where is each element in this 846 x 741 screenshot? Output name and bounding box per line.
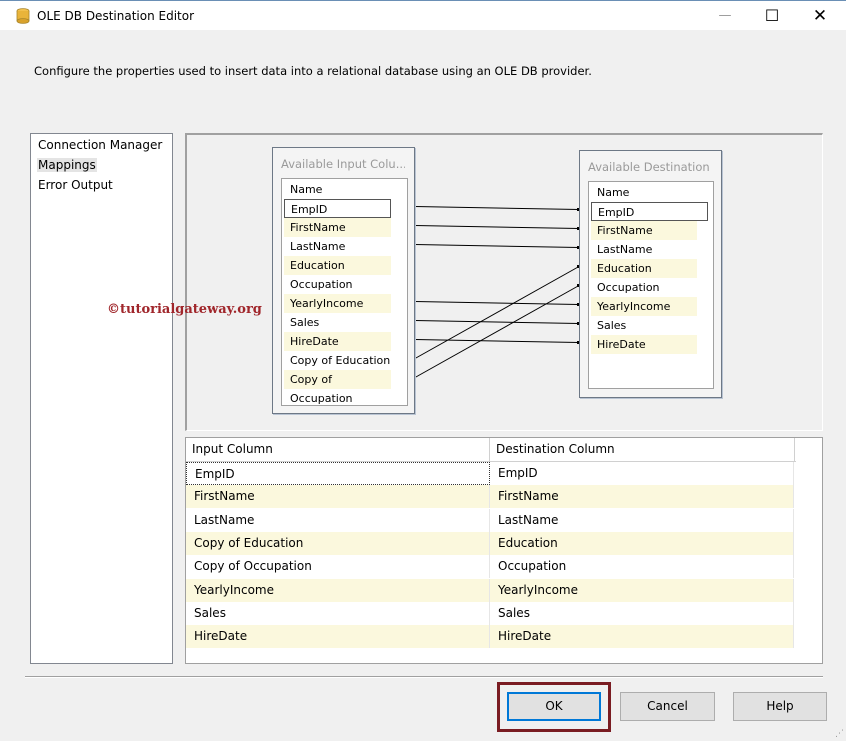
destination-column-cell[interactable]: EmpID	[490, 462, 794, 485]
destination-column-item[interactable]: Sales	[591, 316, 697, 335]
grid-header: Input Column Destination Column	[186, 438, 796, 462]
input-list-header: Name	[290, 183, 323, 196]
input-column-item[interactable]: Occupation	[284, 275, 391, 294]
mapping-diagram: Available Input Colu... Name EmpID FirstNa…	[185, 133, 823, 431]
table-row[interactable]: LastName LastName	[186, 508, 794, 532]
mapping-line[interactable]	[414, 339, 580, 343]
page-description: Configure the properties used to insert …	[34, 64, 592, 78]
nav-item-connection-manager[interactable]: Connection Manager	[37, 138, 163, 152]
input-column-header[interactable]: Input Column	[186, 438, 490, 461]
input-column-cell[interactable]: LastName	[186, 508, 490, 532]
input-column-item[interactable]: EmpID	[284, 199, 391, 218]
nav-item-mappings[interactable]: Mappings	[37, 158, 97, 172]
input-column-cell[interactable]: Copy of Occupation	[186, 555, 490, 579]
input-list-scrollbar[interactable]	[390, 180, 406, 404]
help-button[interactable]: Help	[733, 692, 827, 721]
mapping-line[interactable]	[414, 301, 580, 305]
destination-column-cell[interactable]: YearlyIncome	[490, 578, 794, 602]
input-column-cell[interactable]: EmpID	[186, 462, 490, 485]
nav-item-error-output[interactable]: Error Output	[37, 178, 114, 192]
destination-column-cell[interactable]: FirstName	[490, 485, 794, 509]
mapping-line[interactable]	[414, 225, 580, 229]
input-column-cell[interactable]: HireDate	[186, 625, 490, 649]
watermark: ©tutorialgateway.org	[107, 302, 262, 317]
destination-column-cell[interactable]: Sales	[490, 601, 794, 625]
table-row[interactable]: Copy of Occupation Occupation	[186, 555, 794, 579]
database-cylinder-icon	[16, 8, 30, 24]
destination-column-list[interactable]: Name EmpID FirstName LastName Education Occup…	[588, 181, 714, 389]
destination-column-item[interactable]: Occupation	[591, 278, 697, 297]
input-column-cell[interactable]: Copy of Education	[186, 531, 490, 555]
destination-column-cell[interactable]: Occupation	[490, 555, 794, 579]
destination-box-title: Available Destination ...	[588, 160, 712, 174]
table-row[interactable]: FirstName FirstName	[186, 485, 794, 509]
input-column-item[interactable]: LastName	[284, 237, 391, 256]
destination-column-item[interactable]: HireDate	[591, 335, 697, 354]
input-column-item[interactable]: YearlyIncome	[284, 294, 391, 313]
resize-grip-icon[interactable]: ⋰	[835, 729, 844, 739]
input-box-title: Available Input Colu...	[281, 157, 405, 171]
mapping-line[interactable]	[414, 320, 580, 324]
available-input-columns-box[interactable]: Available Input Colu... Name EmpID FirstNa…	[272, 147, 415, 414]
title-bar: OLE DB Destination Editor — ☐ ✕	[0, 0, 846, 30]
mapping-line[interactable]	[414, 206, 580, 210]
destination-column-item[interactable]: EmpID	[591, 202, 708, 221]
input-column-item[interactable]: Copy of Occupation	[284, 370, 391, 405]
input-column-item[interactable]: HireDate	[284, 332, 391, 351]
mapping-line[interactable]	[414, 285, 580, 378]
destination-column-item[interactable]: Education	[591, 259, 697, 278]
destination-column-header[interactable]: Destination Column	[490, 438, 795, 461]
nav-panel: Connection Manager Mappings Error Output	[30, 133, 173, 664]
destination-column-item[interactable]: LastName	[591, 240, 697, 259]
window-title: OLE DB Destination Editor	[37, 9, 195, 23]
destination-column-cell[interactable]: Education	[490, 531, 794, 555]
mapping-line[interactable]	[414, 244, 580, 248]
divider	[25, 676, 823, 678]
input-column-item[interactable]: Education	[284, 256, 391, 275]
table-row[interactable]: HireDate HireDate	[186, 625, 794, 649]
ok-button[interactable]: OK	[507, 692, 601, 721]
input-column-list[interactable]: Name EmpID FirstName LastName Education Occup…	[281, 178, 408, 406]
available-destination-columns-box[interactable]: Available Destination ... Name EmpID First…	[579, 150, 722, 398]
cancel-button[interactable]: Cancel	[620, 692, 715, 721]
input-column-item[interactable]: FirstName	[284, 218, 391, 237]
table-row[interactable]: EmpID EmpID	[186, 462, 794, 485]
destination-list-header: Name	[597, 186, 630, 199]
minimize-button[interactable]: —	[710, 5, 740, 27]
destination-column-cell[interactable]: LastName	[490, 508, 794, 532]
destination-column-item[interactable]: FirstName	[591, 221, 697, 240]
destination-column-cell[interactable]: HireDate	[490, 625, 794, 649]
input-column-item[interactable]: Sales	[284, 313, 391, 332]
mappings-grid: Input Column Destination Column EmpID Emp…	[185, 437, 823, 664]
table-row[interactable]: Copy of Education Education	[186, 531, 794, 555]
mapping-line[interactable]	[414, 266, 580, 359]
table-row[interactable]: YearlyIncome YearlyIncome	[186, 578, 794, 602]
input-column-item[interactable]: Copy of Education	[284, 351, 391, 370]
input-column-cell[interactable]: FirstName	[186, 485, 490, 509]
input-column-cell[interactable]: Sales	[186, 601, 490, 625]
maximize-button[interactable]: ☐	[757, 5, 787, 27]
input-column-cell[interactable]: YearlyIncome	[186, 578, 490, 602]
close-button[interactable]: ✕	[805, 5, 835, 27]
table-row[interactable]: Sales Sales	[186, 601, 794, 625]
destination-column-item[interactable]: YearlyIncome	[591, 297, 697, 316]
